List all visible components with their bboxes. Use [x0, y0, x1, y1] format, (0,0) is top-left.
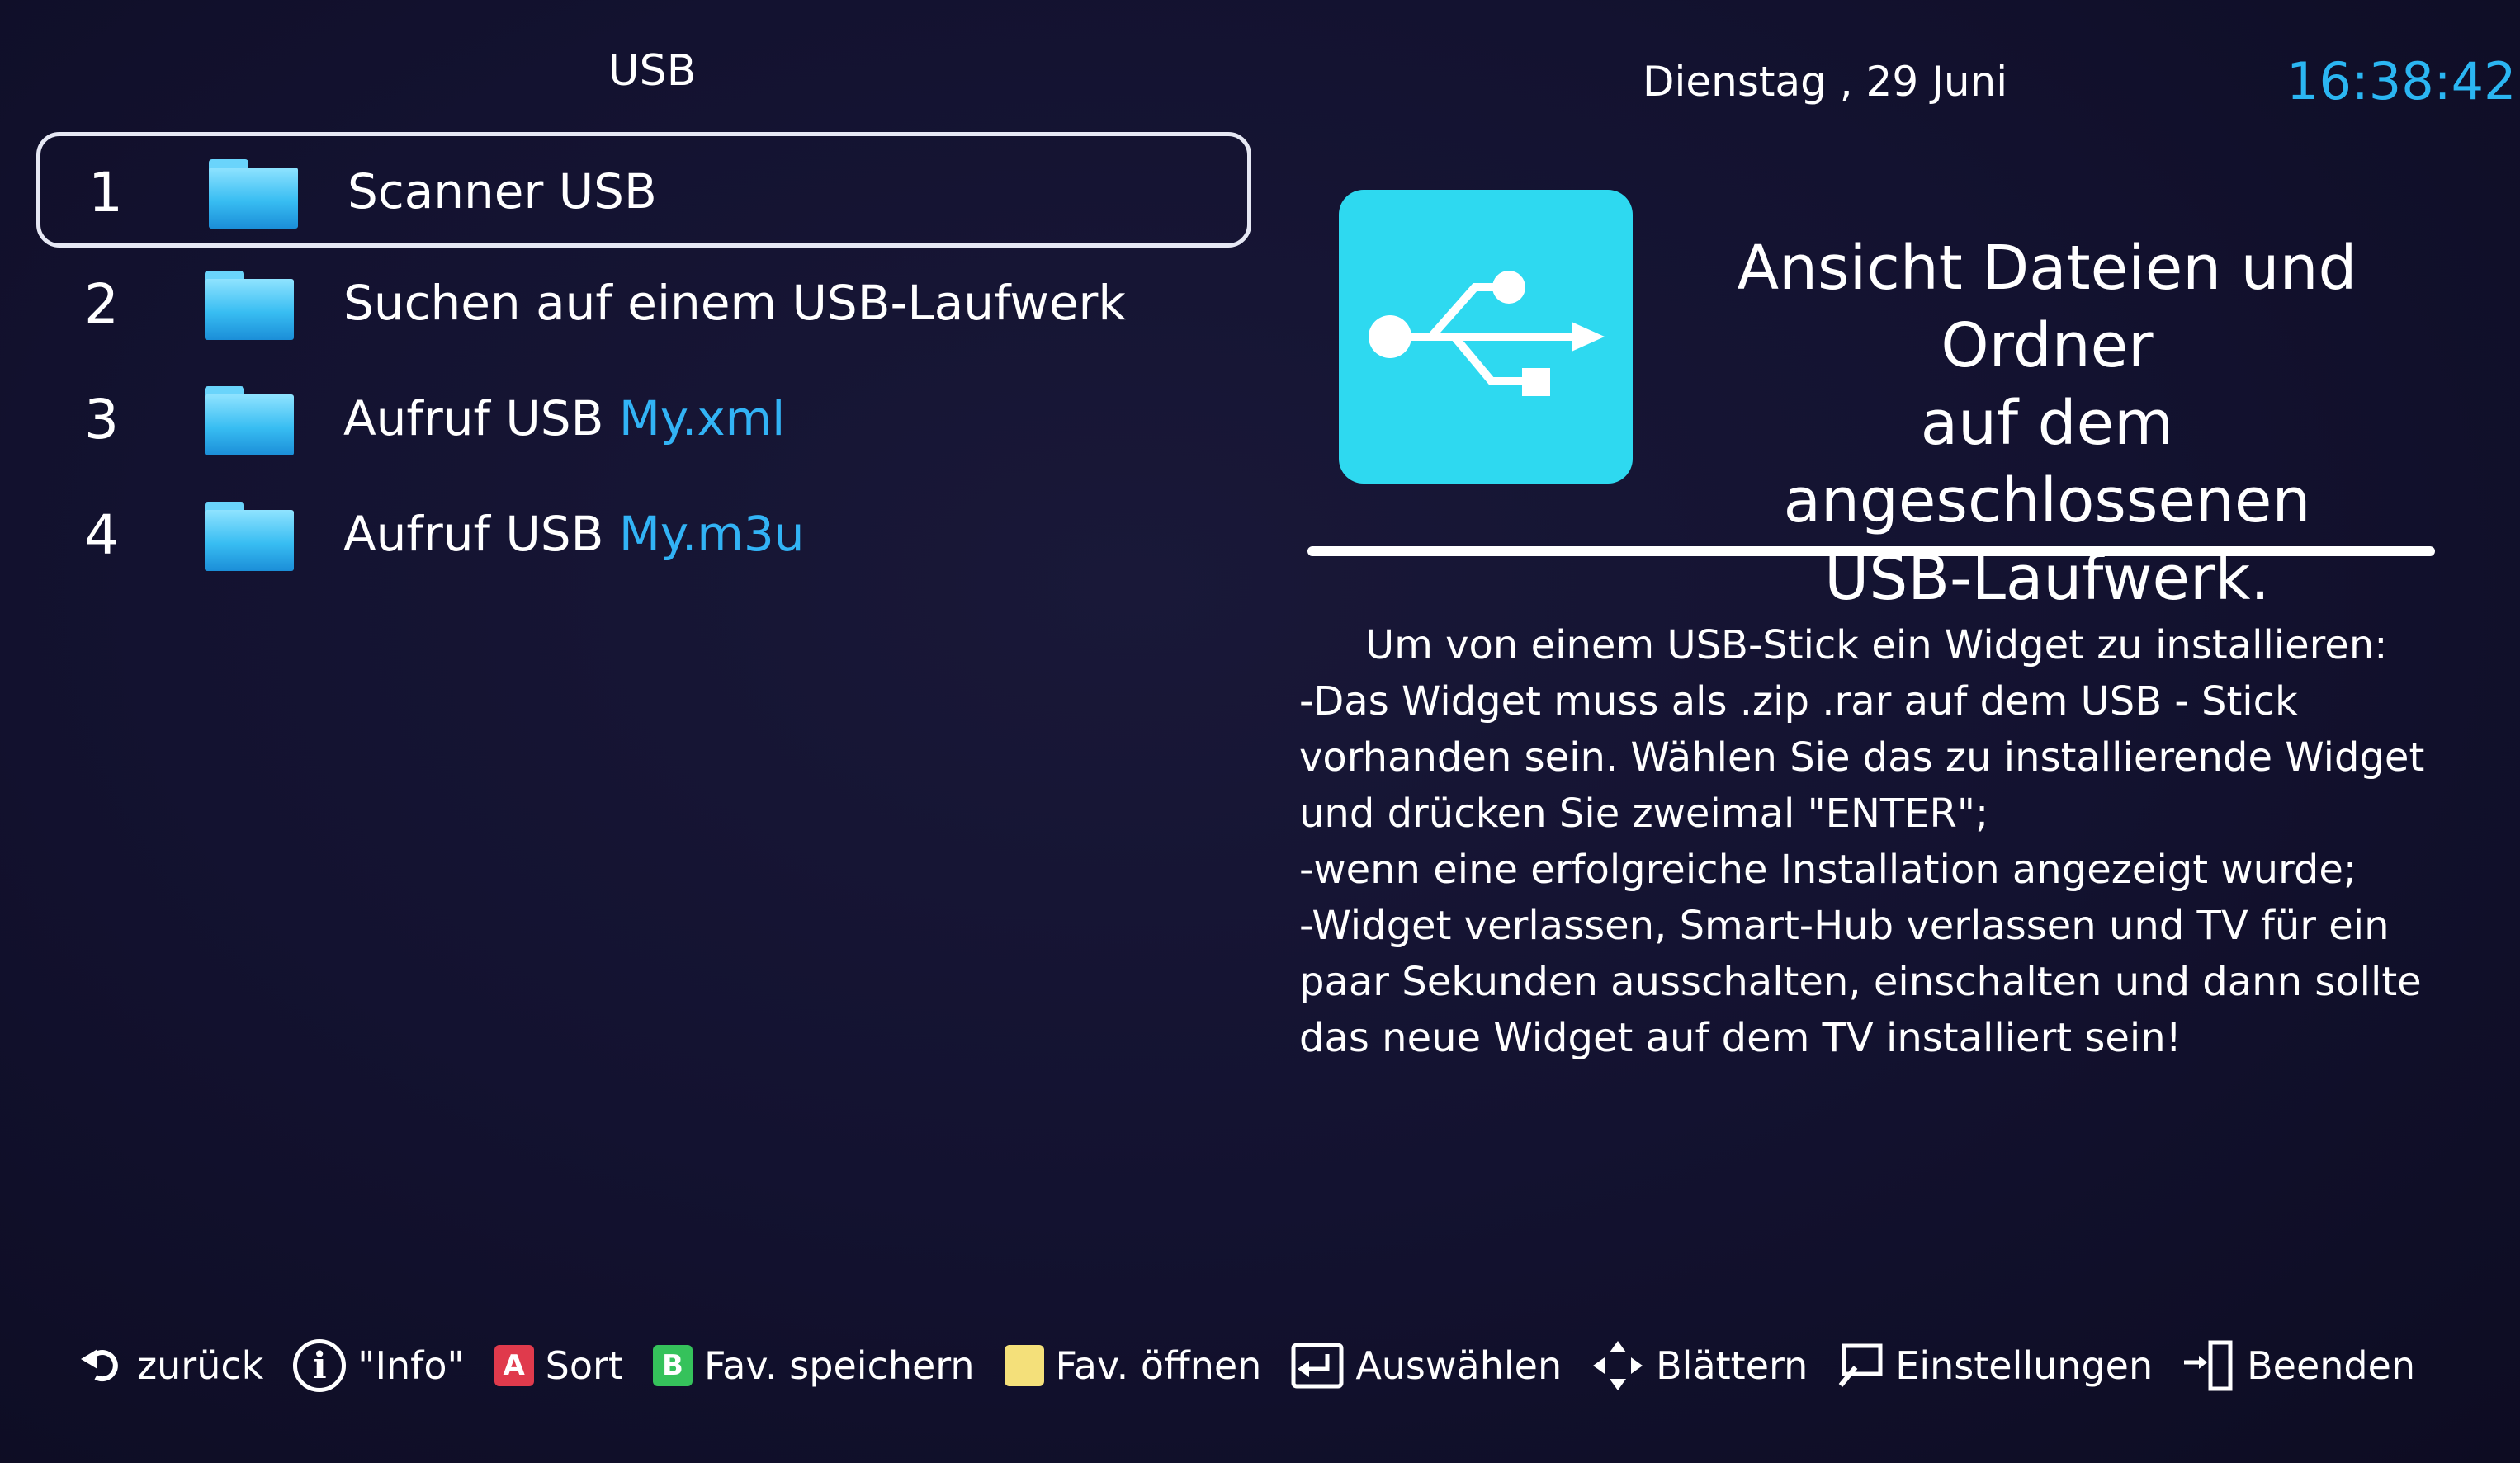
- menu-item-number: 4: [84, 503, 119, 567]
- footer-key-bar: zurück i "Info" A Sort B Fav. speichern …: [79, 1328, 2415, 1403]
- instruction-line: -Widget verlassen, Smart-Hub verlassen u…: [1299, 903, 2390, 949]
- settings-icon: [1837, 1343, 1884, 1389]
- date-display: Dienstag , 29 Juni: [1643, 58, 2008, 106]
- exit-label: Beenden: [2247, 1343, 2416, 1388]
- fav-open-label: Fav. öffnen: [1055, 1343, 1262, 1388]
- description-line: Ansicht Dateien und Ordner: [1737, 233, 2357, 381]
- menu-item-label: Aufruf USB My.m3u: [343, 506, 805, 562]
- menu-item-label: Suchen auf einem USB-Laufwerk: [343, 275, 1126, 331]
- select-button[interactable]: Auswählen: [1291, 1343, 1562, 1389]
- fav-save-button[interactable]: B Fav. speichern: [652, 1343, 975, 1388]
- folder-icon: [205, 502, 294, 571]
- instruction-line: paar Sekunden ausschalten, einschalten u…: [1299, 959, 2422, 1005]
- settings-label: Einstellungen: [1895, 1343, 2154, 1388]
- menu-item-label: Aufruf USB My.xml: [343, 390, 786, 446]
- folder-icon: [205, 386, 294, 455]
- red-key-icon: A: [494, 1345, 534, 1386]
- info-icon: i: [293, 1339, 347, 1392]
- instruction-line: -Das Widget muss als .zip .rar auf dem U…: [1299, 678, 2298, 724]
- menu-item-open-my-xml[interactable]: 3 Aufruf USB My.xml: [36, 363, 1251, 479]
- usb-tile: [1339, 190, 1633, 484]
- green-key-icon: B: [652, 1345, 693, 1386]
- yellow-key-icon: C: [1004, 1345, 1044, 1386]
- folder-icon: [209, 159, 298, 229]
- list-title: USB: [608, 46, 697, 96]
- fav-save-label: Fav. speichern: [703, 1343, 975, 1388]
- menu-item-open-my-m3u[interactable]: 4 Aufruf USB My.m3u: [36, 479, 1251, 594]
- folder-icon: [205, 271, 294, 340]
- return-icon: [79, 1343, 125, 1389]
- info-label: "Info": [357, 1343, 465, 1388]
- dpad-arrows-icon: [1591, 1339, 1644, 1392]
- instruction-line: -wenn eine erfolgreiche Installation ang…: [1299, 847, 2357, 893]
- description-line: auf dem angeschlossenen: [1783, 388, 2311, 536]
- divider: [1307, 546, 2435, 556]
- instruction-line: vorhanden sein. Wählen Sie das zu instal…: [1299, 734, 2425, 781]
- scroll-button[interactable]: Blättern: [1591, 1339, 1808, 1392]
- back-button[interactable]: zurück: [79, 1343, 263, 1389]
- instruction-line: das neue Widget auf dem TV installiert s…: [1299, 1015, 2182, 1061]
- instruction-line: Um von einem USB-Stick ein Widget zu ins…: [1365, 622, 2388, 668]
- menu-item-number: 1: [88, 161, 123, 224]
- menu-item-label: Scanner USB: [348, 163, 657, 219]
- clock: 16:38:42: [2286, 51, 2517, 111]
- back-label: zurück: [137, 1343, 264, 1388]
- widget-install-instructions: Um von einem USB-Stick ein Widget zu ins…: [1299, 617, 2471, 1066]
- settings-button[interactable]: Einstellungen: [1837, 1343, 2153, 1389]
- scroll-label: Blättern: [1656, 1343, 1808, 1388]
- menu-item-scanner-usb[interactable]: 1 Scanner USB: [36, 132, 1251, 248]
- menu-item-number: 2: [84, 272, 119, 336]
- info-button[interactable]: i "Info": [293, 1339, 465, 1392]
- sort-button[interactable]: A Sort: [494, 1343, 623, 1388]
- exit-button[interactable]: Beenden: [2182, 1339, 2415, 1392]
- menu-item-search-usb-drive[interactable]: 2 Suchen auf einem USB-Laufwerk: [36, 248, 1251, 363]
- sort-label: Sort: [545, 1343, 623, 1388]
- exit-icon: [2182, 1339, 2235, 1392]
- instruction-line: und drücken Sie zweimal "ENTER";: [1299, 790, 1989, 837]
- menu-item-number: 3: [84, 388, 119, 451]
- usb-icon: [1369, 271, 1605, 396]
- enter-icon: [1291, 1343, 1344, 1389]
- usb-description: Ansicht Dateien und Ordner auf dem anges…: [1659, 229, 2435, 617]
- fav-open-button[interactable]: C Fav. öffnen: [1004, 1343, 1262, 1388]
- select-label: Auswählen: [1355, 1343, 1563, 1388]
